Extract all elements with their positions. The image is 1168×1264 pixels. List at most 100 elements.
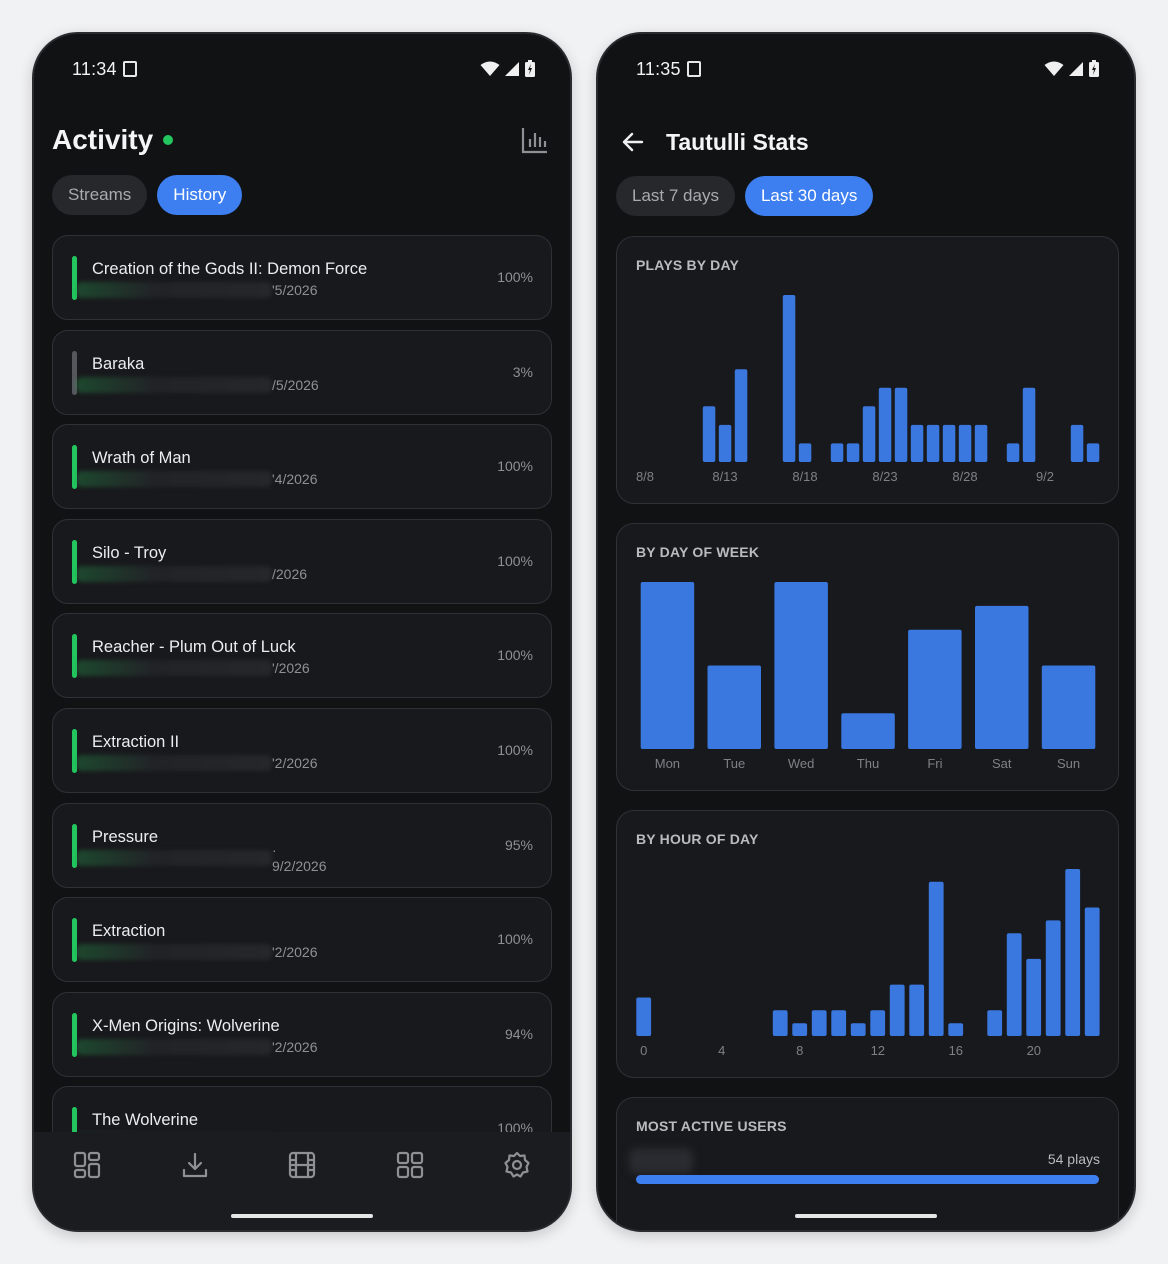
history-title: Reacher - Plum Out of Luck — [92, 638, 296, 657]
history-progress: 100% — [497, 741, 533, 758]
chart-bar — [1045, 920, 1061, 1036]
chart-tick-label: Wed — [788, 756, 815, 771]
history-item[interactable]: X-Men Origins: Wolverine '2/2026 94% — [52, 991, 552, 1077]
chart-bar — [1022, 387, 1036, 462]
status-time: 11:35 — [636, 58, 681, 79]
chart-bar — [636, 997, 652, 1036]
history-meta: '2/2026 — [76, 1037, 326, 1057]
chart-bar — [811, 1010, 827, 1036]
history-item[interactable]: Silo - Troy/2026 100% — [52, 518, 552, 604]
history-title: Pressure — [92, 827, 159, 846]
chart-tick-label: Thu — [857, 756, 879, 771]
user-redacted — [76, 376, 272, 393]
history-item[interactable]: Extraction II '2/2026 100% — [52, 707, 552, 793]
chart-tick-label: Mon — [655, 756, 680, 771]
user-progress-track — [636, 1175, 1099, 1184]
chart-tick-label: 8/8 — [636, 469, 654, 484]
chart-bar — [798, 443, 812, 462]
history-item[interactable]: Pressure · 9/2/2026 95% — [52, 802, 552, 888]
chart-bar — [1041, 665, 1096, 749]
chart-bar — [958, 424, 972, 462]
signal-icon — [1069, 62, 1083, 76]
history-date: '/2026 — [272, 660, 310, 677]
history-meta: '4/2026 — [76, 469, 326, 489]
chart-tick-label: 8 — [796, 1043, 803, 1058]
history-item[interactable]: Wrath of Man '4/2026 100% — [52, 424, 552, 510]
home-indicator[interactable] — [795, 1214, 937, 1218]
history-progress: 95% — [504, 836, 533, 853]
tab-last-7-days[interactable]: Last 7 days — [616, 176, 735, 216]
user-redacted — [76, 565, 272, 582]
history-item[interactable]: Extraction '2/2026 100% — [52, 897, 552, 983]
tab-last-30-days[interactable]: Last 30 days — [744, 176, 874, 216]
home-indicator[interactable] — [231, 1214, 373, 1218]
chart-tick-label: 4 — [718, 1043, 725, 1058]
status-bar: 11:34 — [72, 56, 536, 82]
chart-bar — [894, 387, 908, 462]
tab-history[interactable]: History — [157, 175, 243, 215]
range-tabs: Last 7 days Last 30 days — [616, 176, 874, 216]
chart-tick-label: 8/18 — [792, 469, 817, 484]
history-progress: 3% — [512, 363, 533, 380]
live-indicator — [163, 135, 174, 145]
plays-by-day-chart: 8/8 8/13 8/18 8/23 8/28 9/2 — [636, 295, 1100, 484]
history-item[interactable]: Creation of the Gods II: Demon Force '5/2… — [52, 235, 552, 320]
history-title: Extraction II — [92, 732, 180, 751]
history-date: '2/2026 — [272, 1038, 318, 1055]
chart-bar — [948, 1023, 964, 1036]
history-progress: 100% — [497, 269, 533, 285]
history-item[interactable]: Reacher - Plum Out of Luck '/2026 100% — [52, 613, 552, 699]
chart-bar — [1086, 443, 1100, 462]
history-meta: /5/2026 — [76, 375, 326, 395]
history-item[interactable]: Baraka/5/2026 3% — [52, 329, 552, 415]
chart-bar — [1070, 424, 1084, 462]
plays-by-day-card: PLAYS BY DAY 8/8 8/13 8/18 8/23 8/28 9/2 — [616, 236, 1119, 504]
status-clock: 11:34 — [72, 59, 137, 80]
user-redacted — [76, 471, 272, 488]
user-redacted — [76, 660, 272, 677]
chart-bar — [640, 582, 695, 749]
activity-header: Activity — [52, 120, 550, 160]
chart-bar — [707, 665, 761, 749]
chart-bar — [926, 424, 940, 462]
chart-bar — [1065, 869, 1081, 1036]
page-title: Tautulli Stats — [666, 128, 809, 155]
history-progress: 100% — [497, 552, 533, 569]
chart-bar — [928, 881, 944, 1036]
film-icon[interactable] — [287, 1150, 317, 1180]
chart-bar — [702, 406, 716, 462]
apps-icon[interactable] — [395, 1150, 425, 1180]
chart-bar — [1006, 443, 1020, 462]
chart-bar — [870, 1010, 886, 1036]
card-title: MOST ACTIVE USERS — [636, 1118, 787, 1134]
download-icon[interactable] — [180, 1150, 210, 1180]
status-clock: 11:35 — [636, 59, 701, 80]
chart-tick-label: 9/2 — [1036, 469, 1054, 484]
history-title: Extraction — [92, 922, 166, 941]
chart-bar — [734, 369, 748, 462]
stats-chart-icon[interactable] — [520, 125, 550, 155]
chart-bar — [889, 984, 905, 1036]
back-arrow-icon[interactable] — [620, 129, 646, 155]
user-name-redacted — [629, 1148, 693, 1174]
history-list: Creation of the Gods II: Demon Force '5/2… — [52, 235, 552, 1181]
stats-header: Tautulli Stats — [620, 122, 809, 162]
chart-bar — [850, 1023, 866, 1036]
history-date: '2/2026 — [272, 754, 318, 771]
dashboard-icon[interactable] — [72, 1150, 102, 1180]
activity-tabs: Streams History — [52, 175, 243, 215]
chart-tick-label: 8/13 — [712, 469, 737, 484]
history-date: '5/2026 — [272, 282, 318, 298]
history-date: '4/2026 — [272, 471, 318, 488]
chart-tick-label: 8/28 — [952, 469, 977, 484]
history-meta: · 9/2/2026 — [76, 842, 327, 874]
chart-tick-label: 0 — [640, 1043, 647, 1058]
screenshot-icon — [122, 61, 137, 77]
by-day-of-week-chart: Mon Tue Wed Thu Fri Sat Sun — [640, 582, 1096, 771]
chart-tick-label: 8/23 — [872, 469, 897, 484]
chart-bar — [846, 443, 860, 462]
tab-streams[interactable]: Streams — [52, 175, 148, 215]
history-progress: 100% — [497, 647, 533, 664]
settings-icon[interactable] — [502, 1150, 532, 1180]
history-progress: 94% — [504, 1025, 533, 1042]
